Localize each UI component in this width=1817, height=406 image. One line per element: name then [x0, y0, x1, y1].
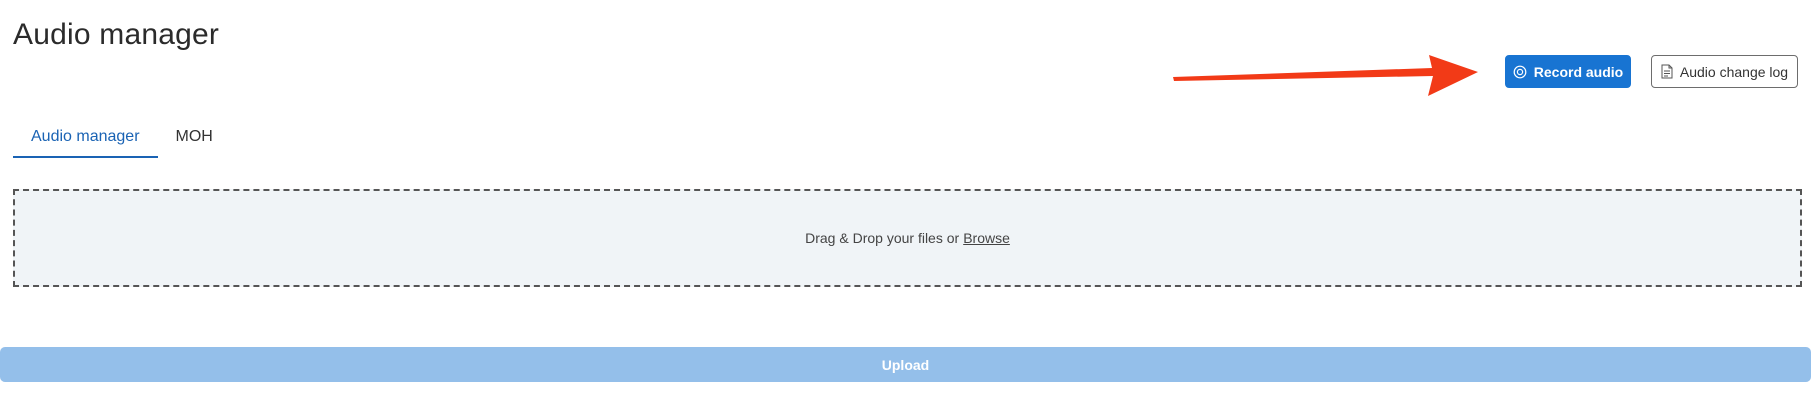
tab-moh[interactable]: MOH — [158, 120, 231, 158]
audio-manager-page: Audio manager Record audio Audio change … — [0, 0, 1817, 406]
tab-bar: Audio manager MOH — [13, 120, 231, 158]
record-audio-button[interactable]: Record audio — [1505, 55, 1631, 88]
annotation-arrow-icon — [1173, 55, 1478, 96]
audio-change-log-button[interactable]: Audio change log — [1651, 55, 1798, 88]
audio-change-log-label: Audio change log — [1679, 63, 1789, 80]
tab-audio-manager[interactable]: Audio manager — [13, 120, 158, 158]
file-dropzone[interactable]: Drag & Drop your files or Browse — [13, 189, 1802, 287]
browse-link[interactable]: Browse — [963, 230, 1010, 246]
page-title: Audio manager — [13, 18, 220, 51]
document-icon — [1661, 64, 1673, 79]
upload-button[interactable]: Upload — [0, 347, 1811, 382]
record-audio-label: Record audio — [1533, 63, 1624, 80]
dropzone-text: Drag & Drop your files or — [805, 230, 960, 246]
record-icon — [1513, 65, 1527, 79]
